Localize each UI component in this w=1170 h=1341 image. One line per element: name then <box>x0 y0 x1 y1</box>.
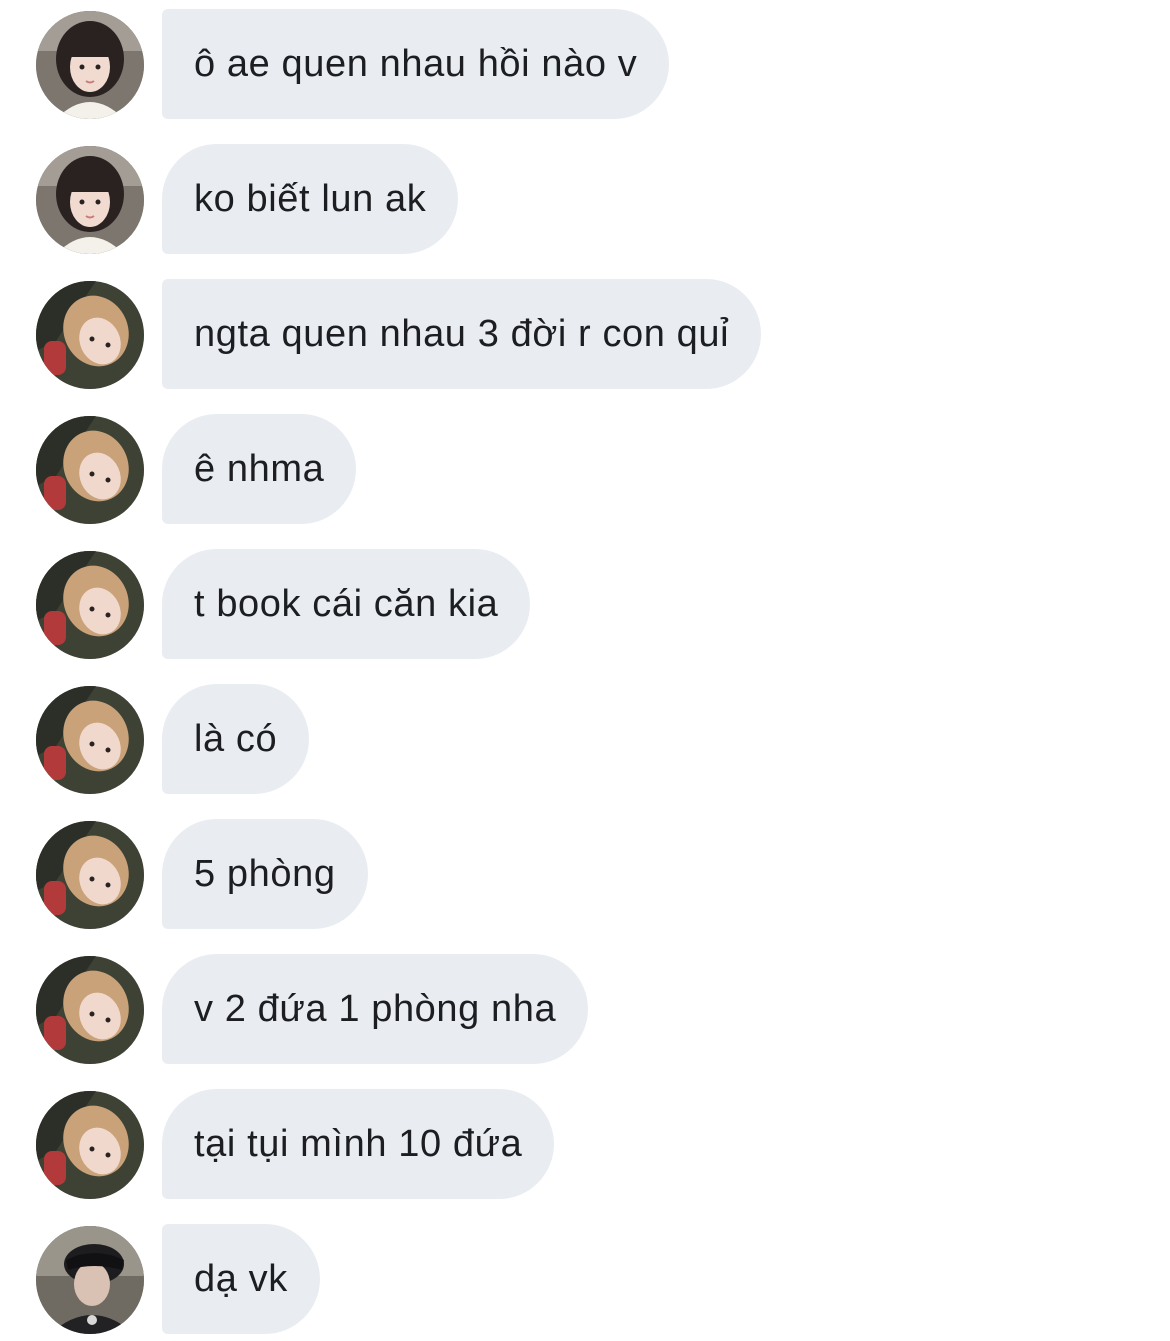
message-text: ko biết lun ak <box>194 177 427 220</box>
message-bubble[interactable]: t book cái căn kia <box>162 549 531 659</box>
message-bubble[interactable]: ê nhma <box>162 414 357 524</box>
message-row: t book cái căn kia <box>0 549 1170 659</box>
avatar-girl-bangs[interactable] <box>36 146 144 254</box>
message-bubble[interactable]: dạ vk <box>162 1224 320 1334</box>
message-text: v 2 đứa 1 phòng nha <box>194 987 557 1030</box>
message-bubble[interactable]: là có <box>162 684 310 794</box>
avatar-girl-blonde[interactable] <box>36 686 144 794</box>
message-text: ê nhma <box>194 447 325 490</box>
message-bubble[interactable]: ko biết lun ak <box>162 144 459 254</box>
message-text: tại tụi mình 10 đứa <box>194 1122 523 1165</box>
message-row: ngta quen nhau 3 đời r con quỉ <box>0 279 1170 389</box>
message-text: dạ vk <box>194 1257 288 1300</box>
avatar-girl-blonde[interactable] <box>36 281 144 389</box>
message-text: t book cái căn kia <box>194 582 499 625</box>
message-row: ô ae quen nhau hồi nào v <box>0 9 1170 119</box>
avatar-girl-blonde[interactable] <box>36 551 144 659</box>
avatar-girl-blonde[interactable] <box>36 956 144 1064</box>
message-row: v 2 đứa 1 phòng nha <box>0 954 1170 1064</box>
message-text: là có <box>194 717 278 760</box>
avatar-girl-blonde[interactable] <box>36 821 144 929</box>
chat-thread: ô ae quen nhau hồi nào v ko biết lun ak <box>0 0 1170 1341</box>
message-row: 5 phòng <box>0 819 1170 929</box>
message-bubble[interactable]: ô ae quen nhau hồi nào v <box>162 9 670 119</box>
avatar-girl-blonde[interactable] <box>36 416 144 524</box>
message-bubble[interactable]: v 2 đứa 1 phòng nha <box>162 954 589 1064</box>
message-row: ê nhma <box>0 414 1170 524</box>
message-row: là có <box>0 684 1170 794</box>
avatar-girl-bangs[interactable] <box>36 11 144 119</box>
message-text: ngta quen nhau 3 đời r con quỉ <box>194 312 730 355</box>
avatar-boy-cap[interactable] <box>36 1226 144 1334</box>
message-bubble[interactable]: ngta quen nhau 3 đời r con quỉ <box>162 279 762 389</box>
message-row: dạ vk <box>0 1224 1170 1334</box>
message-row: tại tụi mình 10 đứa <box>0 1089 1170 1199</box>
message-text: ô ae quen nhau hồi nào v <box>194 42 638 85</box>
message-bubble[interactable]: tại tụi mình 10 đứa <box>162 1089 555 1199</box>
message-text: 5 phòng <box>194 852 336 895</box>
message-bubble[interactable]: 5 phòng <box>162 819 368 929</box>
avatar-girl-blonde[interactable] <box>36 1091 144 1199</box>
message-row: ko biết lun ak <box>0 144 1170 254</box>
